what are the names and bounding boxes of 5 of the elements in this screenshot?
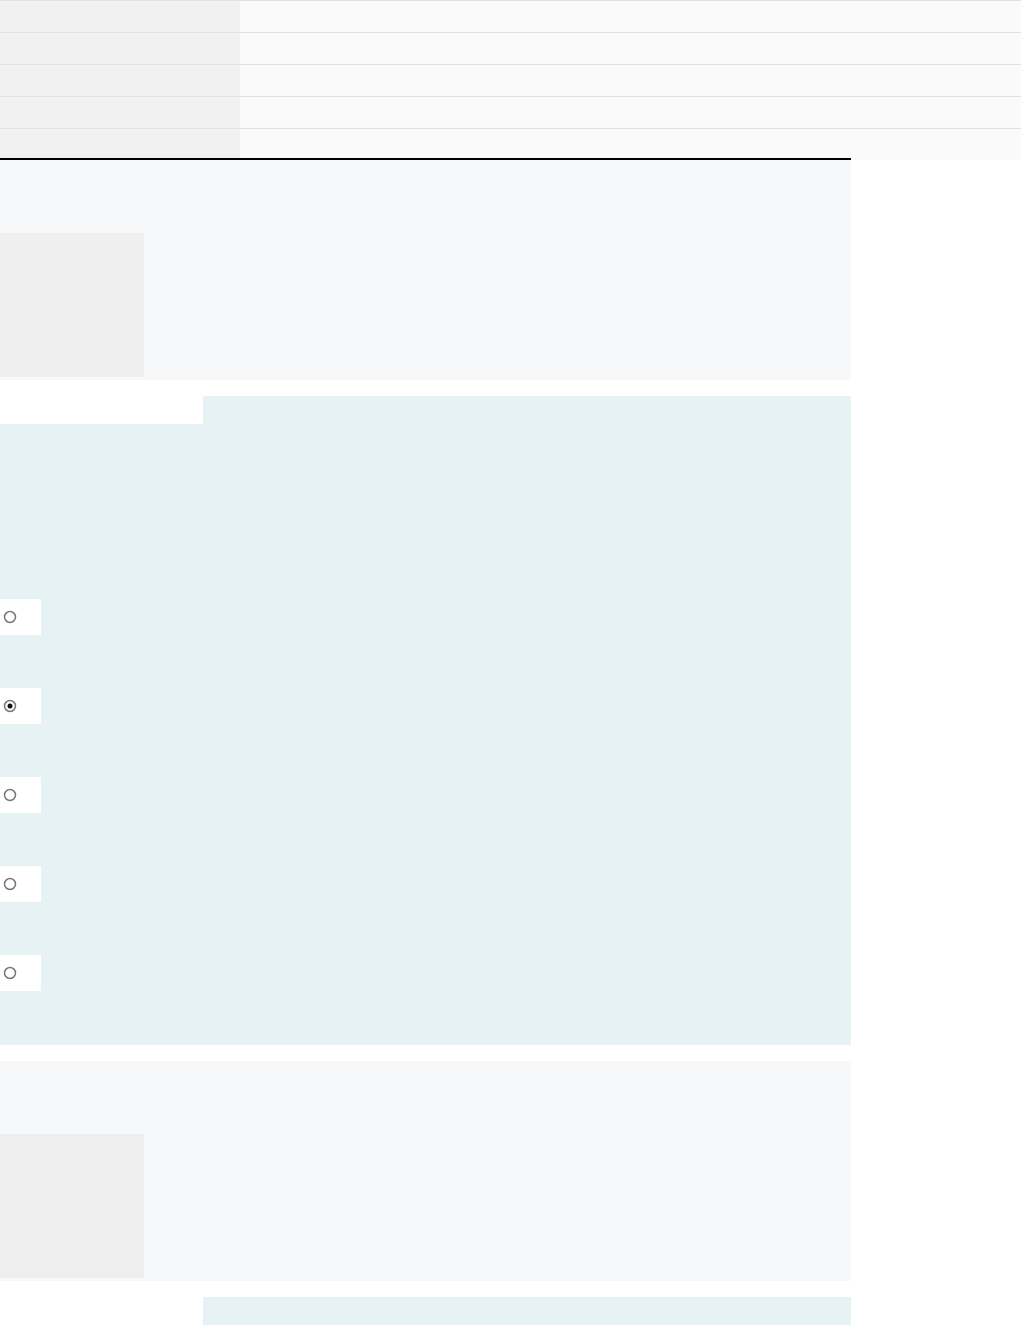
radio-button[interactable]: [3, 610, 17, 624]
radio-button[interactable]: [3, 877, 17, 891]
radio-button[interactable]: [3, 788, 17, 802]
radio-button[interactable]: [3, 699, 17, 713]
radio-button[interactable]: [3, 966, 17, 980]
